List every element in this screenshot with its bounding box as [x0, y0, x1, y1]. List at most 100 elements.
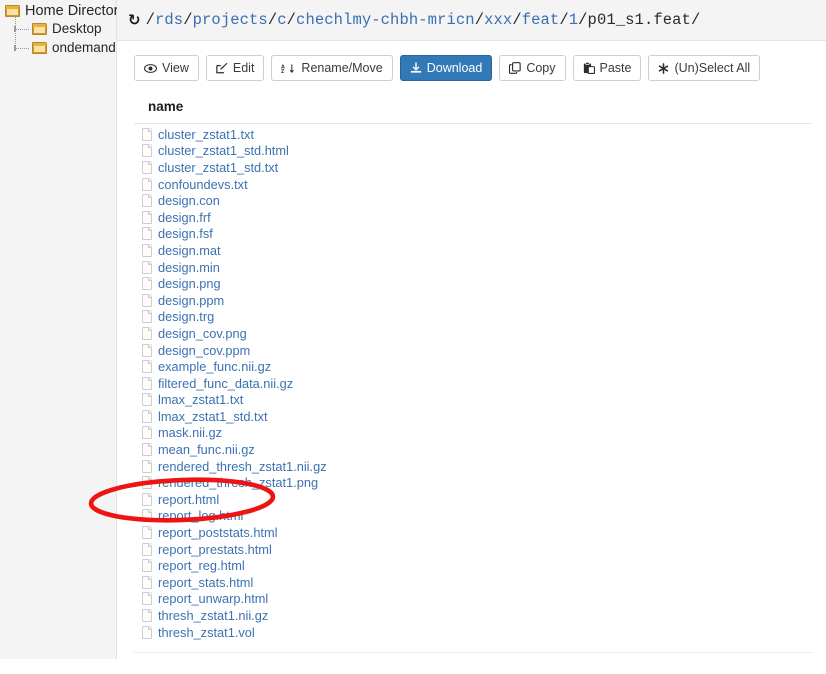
file-name-link[interactable]: lmax_zstat1_std.txt [158, 409, 268, 424]
file-name-link[interactable]: report_unwarp.html [158, 591, 268, 606]
table-row[interactable]: cluster_zstat1.txt [134, 126, 812, 143]
folder-icon [32, 22, 47, 35]
table-row[interactable]: design_cov.png [134, 325, 812, 342]
file-name-link[interactable]: lmax_zstat1.txt [158, 392, 243, 407]
file-name-link[interactable]: design.ppm [158, 293, 224, 308]
file-name-link[interactable]: design.mat [158, 243, 221, 258]
file-name-link[interactable]: thresh_zstat1.vol [158, 625, 255, 640]
breadcrumb-segment[interactable]: projects [193, 11, 268, 29]
file-name-link[interactable]: thresh_zstat1.nii.gz [158, 608, 268, 623]
table-row[interactable]: rendered_thresh_zstat1.png [134, 474, 812, 491]
button-label: Edit [232, 60, 255, 75]
file-name-link[interactable]: design.png [158, 276, 221, 291]
table-row[interactable]: thresh_zstat1.nii.gz [134, 607, 812, 624]
file-name-link[interactable]: design_cov.ppm [158, 343, 250, 358]
table-row[interactable]: design_cov.ppm [134, 342, 812, 359]
table-row[interactable]: design.fsf [134, 226, 812, 243]
file-name-link[interactable]: design.fsf [158, 226, 213, 241]
table-row[interactable]: thresh_zstat1.vol [134, 624, 812, 641]
table-row[interactable]: report_reg.html [134, 557, 812, 574]
table-row[interactable]: design.con [134, 192, 812, 209]
file-name-link[interactable]: mean_func.nii.gz [158, 442, 255, 457]
table-row[interactable]: report_unwarp.html [134, 591, 812, 608]
sidebar-item-home-directory[interactable]: Home Directory [3, 3, 126, 19]
file-name-link[interactable]: cluster_zstat1_std.txt [158, 160, 278, 175]
file-document-icon [142, 210, 152, 224]
eye-icon [144, 63, 157, 73]
file-name-link[interactable]: mask.nii.gz [158, 425, 222, 440]
file-name-link[interactable]: design.trg [158, 309, 214, 324]
table-row[interactable]: design.mat [134, 242, 812, 259]
table-row[interactable]: report_prestats.html [134, 541, 812, 558]
sidebar-item-label: Desktop [52, 21, 102, 36]
breadcrumb-segment[interactable]: feat [522, 11, 560, 29]
table-row[interactable]: cluster_zstat1_std.txt [134, 159, 812, 176]
breadcrumb-segment[interactable]: chechlmy-chbh-mricn [296, 11, 475, 29]
paste-button[interactable]: Paste [572, 55, 642, 81]
file-name-link[interactable]: report_stats.html [158, 575, 253, 590]
file-name-link[interactable]: rendered_thresh_zstat1.png [158, 475, 318, 490]
file-document-icon [142, 293, 152, 307]
file-name-link[interactable]: confoundevs.txt [158, 177, 248, 192]
select-all-button[interactable]: (Un)Select All [648, 55, 761, 81]
table-row[interactable]: rendered_thresh_zstat1.nii.gz [134, 458, 812, 475]
file-document-icon [142, 559, 152, 573]
breadcrumb-segment[interactable]: c [277, 11, 286, 29]
file-document-icon [142, 443, 152, 457]
file-name-link[interactable]: report_reg.html [158, 558, 245, 573]
table-row[interactable]: cluster_zstat1_std.html [134, 143, 812, 160]
table-row[interactable]: lmax_zstat1.txt [134, 392, 812, 409]
file-name-link[interactable]: design_cov.png [158, 326, 247, 341]
table-row[interactable]: report_stats.html [134, 574, 812, 591]
file-document-icon [142, 343, 152, 357]
sort-alpha-icon: A Z [281, 63, 295, 74]
sidebar-item-desktop[interactable]: Desktop [14, 19, 116, 38]
breadcrumb-segment[interactable]: xxx [484, 11, 512, 29]
table-row[interactable]: mask.nii.gz [134, 425, 812, 442]
file-document-icon [142, 592, 152, 606]
button-label: Paste [599, 60, 632, 75]
table-row[interactable]: filtered_func_data.nii.gz [134, 375, 812, 392]
file-name-link[interactable]: report.html [158, 492, 219, 507]
table-row[interactable]: mean_func.nii.gz [134, 441, 812, 458]
table-row[interactable]: design.trg [134, 309, 812, 326]
breadcrumb-segment[interactable]: 1 [569, 11, 578, 29]
column-header-name[interactable]: name [134, 99, 812, 124]
file-document-icon [142, 326, 152, 340]
file-name-link[interactable]: report_log.html [158, 508, 243, 523]
file-document-icon [142, 526, 152, 540]
file-document-icon [142, 310, 152, 324]
file-document-icon [142, 476, 152, 490]
table-row[interactable]: example_func.nii.gz [134, 358, 812, 375]
file-name-link[interactable]: design.min [158, 260, 220, 275]
edit-button[interactable]: Edit [205, 55, 265, 81]
table-row[interactable]: lmax_zstat1_std.txt [134, 408, 812, 425]
file-name-link[interactable]: cluster_zstat1.txt [158, 127, 254, 142]
file-name-link[interactable]: filtered_func_data.nii.gz [158, 376, 293, 391]
file-name-link[interactable]: report_prestats.html [158, 542, 272, 557]
file-document-icon [142, 426, 152, 440]
file-name-link[interactable]: cluster_zstat1_std.html [158, 143, 289, 158]
table-row[interactable]: design.frf [134, 209, 812, 226]
rename-move-button[interactable]: A Z Rename/Move [271, 55, 393, 81]
table-row[interactable]: design.min [134, 259, 812, 276]
file-name-link[interactable]: design.frf [158, 210, 211, 225]
file-document-icon [142, 492, 152, 506]
file-name-link[interactable]: rendered_thresh_zstat1.nii.gz [158, 459, 327, 474]
table-row[interactable]: report.html [134, 491, 812, 508]
sidebar-item-ondemand[interactable]: ondemand [14, 38, 116, 57]
copy-button[interactable]: Copy [499, 55, 566, 81]
table-row[interactable]: design.png [134, 275, 812, 292]
download-button[interactable]: Download [399, 55, 493, 81]
table-row[interactable]: confoundevs.txt [134, 176, 812, 193]
breadcrumb-segment[interactable]: rds [155, 11, 183, 29]
table-row[interactable]: report_log.html [134, 508, 812, 525]
refresh-icon[interactable]: ↻ [128, 11, 141, 29]
view-button[interactable]: View [134, 55, 199, 81]
table-row[interactable]: design.ppm [134, 292, 812, 309]
breadcrumb-path[interactable]: /rds/projects/c/chechlmy-chbh-mricn/xxx/… [146, 11, 701, 29]
file-name-link[interactable]: design.con [158, 193, 220, 208]
file-name-link[interactable]: example_func.nii.gz [158, 359, 271, 374]
file-name-link[interactable]: report_poststats.html [158, 525, 278, 540]
table-row[interactable]: report_poststats.html [134, 524, 812, 541]
